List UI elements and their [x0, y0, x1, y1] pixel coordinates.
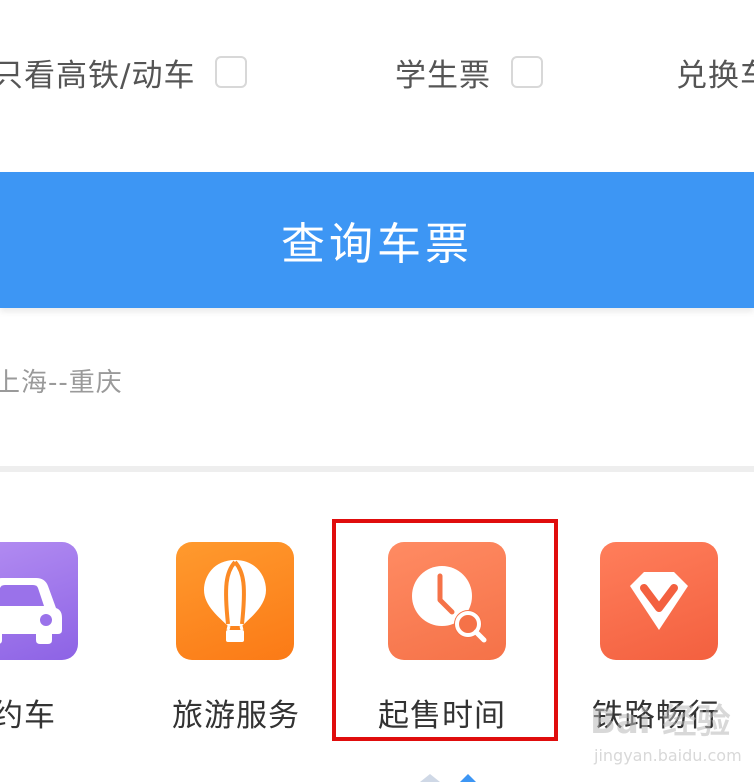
- diamond-v-icon: [600, 542, 718, 660]
- baidu-jingyan-watermark: Bai 经验 jingyan.baidu.com: [590, 694, 750, 780]
- watermark-text: Bai 经验: [590, 702, 731, 742]
- service-travel[interactable]: 旅游服务: [136, 542, 336, 742]
- high-speed-only-option[interactable]: 只看高铁/动车: [0, 42, 248, 102]
- student-ticket-option[interactable]: 学生票: [395, 42, 543, 102]
- section-divider: [0, 466, 754, 472]
- exchange-option[interactable]: 兑换车: [676, 42, 754, 102]
- hot-air-balloon-icon: [176, 542, 294, 660]
- service-label: 约车: [0, 698, 56, 734]
- query-tickets-button[interactable]: 查询车票: [0, 172, 754, 308]
- service-car-hailing[interactable]: 约车: [0, 542, 118, 742]
- train-ticket-screen: 只看高铁/动车 学生票 兑换车 查询车票 上海--重庆 约车: [0, 0, 754, 782]
- exchange-label: 兑换车: [676, 57, 754, 94]
- ticket-options-row: 只看高铁/动车 学生票 兑换车: [0, 42, 754, 102]
- high-speed-only-checkbox[interactable]: [215, 56, 248, 88]
- student-ticket-checkbox[interactable]: [511, 56, 543, 88]
- high-speed-only-label: 只看高铁/动车: [0, 57, 196, 94]
- car-icon: [0, 542, 78, 660]
- search-history-item[interactable]: 上海--重庆: [0, 362, 123, 399]
- page-indicator-icon: [420, 774, 476, 782]
- service-label: 旅游服务: [172, 698, 300, 734]
- watermark-subtext: jingyan.baidu.com: [594, 746, 742, 765]
- highlight-annotation-box: [332, 519, 558, 741]
- student-ticket-label: 学生票: [395, 57, 491, 94]
